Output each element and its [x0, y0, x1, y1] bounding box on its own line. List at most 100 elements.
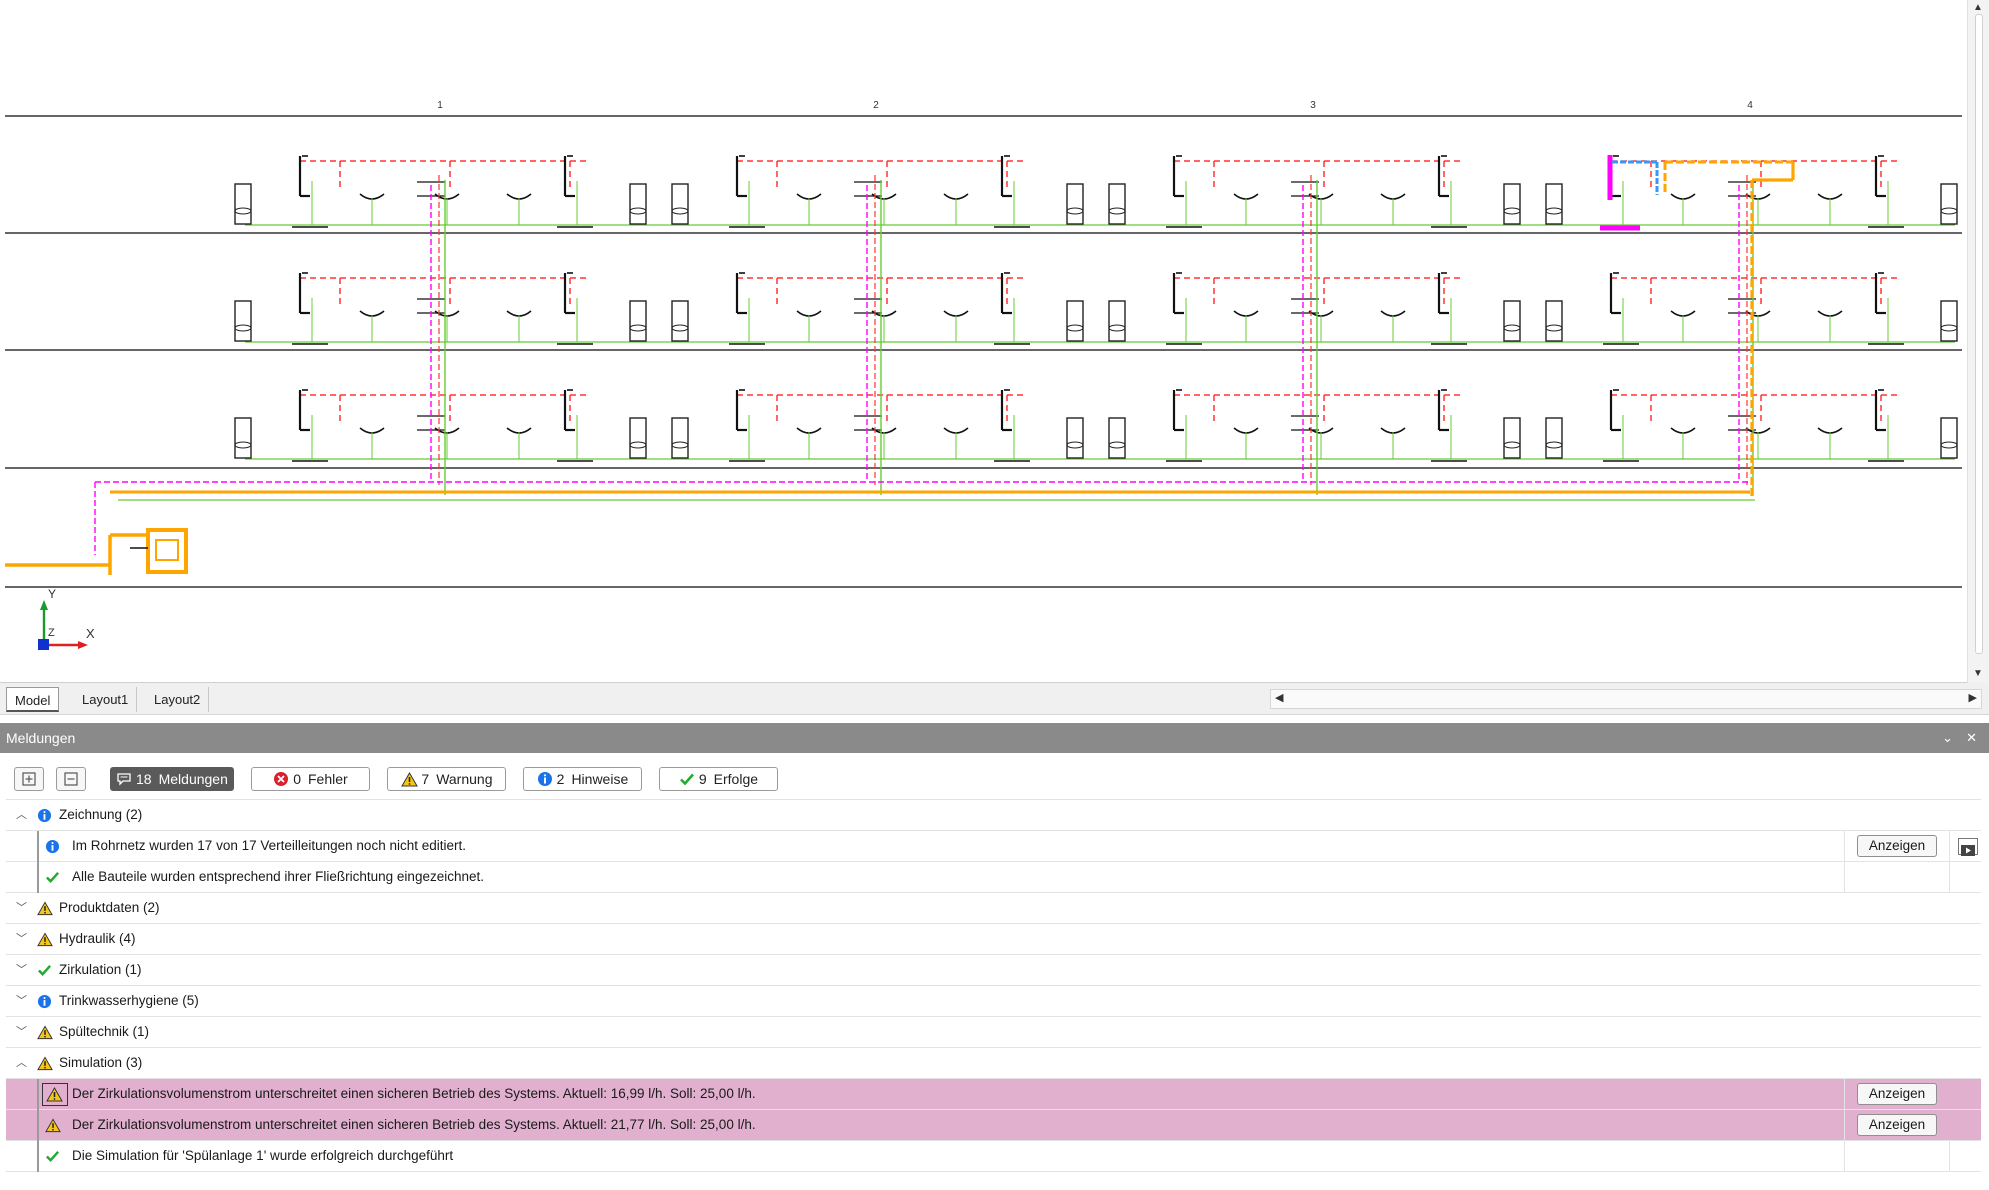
wc-frame	[1108, 417, 1126, 459]
message-row[interactable]: Alle Bauteile wurden entsprechend ihrer …	[6, 862, 1981, 893]
axis-label: 2	[873, 100, 879, 111]
wc-frame	[1940, 300, 1958, 342]
group-label: Simulation (3)	[59, 1055, 143, 1070]
axis-label: 3	[1310, 100, 1316, 111]
message-row[interactable]: Die Simulation für 'Spülanlage 1' wurde …	[6, 1141, 1981, 1172]
wc-bowl	[234, 441, 252, 449]
info-icon	[37, 808, 52, 823]
group-zirkulation[interactable]: ﹀ Zirkulation (1)	[6, 955, 1981, 986]
message-row[interactable]: Im Rohrnetz wurden 17 von 17 Verteilleit…	[6, 831, 1981, 862]
chevron-up-icon[interactable]: ︿	[16, 800, 30, 830]
group-simulation[interactable]: ︿ Simulation (3)	[6, 1048, 1981, 1079]
column-divider	[1949, 1141, 1950, 1172]
panel-title: Meldungen	[6, 730, 76, 746]
show-button[interactable]: Anzeigen	[1857, 1114, 1937, 1136]
collapse-all-icon	[64, 772, 78, 786]
speech-bubble-icon	[117, 773, 131, 786]
tab-model[interactable]: Model	[6, 687, 60, 712]
chevron-down-icon[interactable]: ﹀	[16, 955, 30, 985]
pipe-network-plan[interactable]: 1 2 3 4 Y X Z	[0, 0, 1965, 683]
warning-icon	[37, 932, 53, 947]
wc-frame	[1503, 300, 1521, 342]
ucs-y-label: Y	[48, 587, 56, 601]
scroll-up-icon[interactable]: ▲	[1973, 2, 1983, 13]
scroll-left-icon[interactable]: ◀	[1275, 691, 1283, 704]
wc-frame	[234, 417, 252, 459]
tree-connector	[37, 1141, 39, 1172]
wc-frame	[1108, 183, 1126, 225]
warning-icon	[400, 771, 418, 787]
scroll-right-icon[interactable]: ▶	[1969, 691, 1977, 704]
wc-frame	[1940, 417, 1958, 459]
filter-warnings-button[interactable]: 7 Warnung	[387, 767, 506, 791]
filter-hints-button[interactable]: 2 Hinweise	[523, 767, 642, 791]
tree-connector	[37, 1079, 39, 1110]
vertical-scroll-thumb[interactable]	[1975, 14, 1983, 654]
wc-frame	[1066, 183, 1084, 225]
chevron-down-icon[interactable]: ﹀	[16, 986, 30, 1016]
water-heater-symbol	[146, 528, 188, 574]
filter-successes-button[interactable]: 9 Erfolge	[659, 767, 778, 791]
tree-connector	[37, 831, 39, 862]
group-produktdaten[interactable]: ﹀ Produktdaten (2)	[6, 893, 1981, 924]
group-spueltechnik[interactable]: ﹀ Spültechnik (1)	[6, 1017, 1981, 1048]
wc-bowl	[1108, 441, 1126, 449]
chevron-down-icon[interactable]: ﹀	[16, 1017, 30, 1047]
wc-frame	[671, 417, 689, 459]
expand-all-button[interactable]	[14, 767, 44, 791]
wc-bowl	[1545, 324, 1563, 332]
scroll-down-icon[interactable]: ▼	[1973, 668, 1983, 679]
group-label: Spültechnik (1)	[59, 1024, 150, 1039]
group-hydraulik[interactable]: ﹀ Hydraulik (4)	[6, 924, 1981, 955]
horizontal-scrollbar[interactable]: ◀ ▶	[1270, 689, 1982, 709]
error-icon	[274, 772, 289, 787]
wc-frame	[1503, 417, 1521, 459]
group-zeichnung[interactable]: ︿ Zeichnung (2)	[6, 800, 1981, 831]
check-icon	[46, 871, 60, 883]
group-label: Zeichnung (2)	[59, 807, 143, 822]
wc-frame	[1108, 300, 1126, 342]
group-label: Produktdaten (2)	[59, 900, 160, 915]
wc-frame	[1066, 300, 1084, 342]
check-icon	[680, 773, 694, 786]
filter-messages-button[interactable]: 18 Meldungen	[110, 767, 234, 791]
tab-layout1[interactable]: Layout1	[74, 687, 138, 712]
show-button[interactable]: Anzeigen	[1857, 1083, 1937, 1105]
show-button[interactable]: Anzeigen	[1857, 835, 1937, 857]
warning-icon	[45, 1118, 61, 1133]
collapse-all-button[interactable]	[56, 767, 86, 791]
cad-drawing-area[interactable]: 1 2 3 4 Y X Z ▲ ▼	[0, 0, 1989, 683]
wc-frame	[629, 183, 647, 225]
filter-errors-button[interactable]: 0 Fehler	[251, 767, 370, 791]
column-divider	[1844, 1110, 1845, 1141]
tab-layout2[interactable]: Layout2	[146, 687, 210, 712]
wc-bowl	[1545, 441, 1563, 449]
vertical-scrollbar[interactable]: ▲ ▼	[1967, 0, 1989, 683]
info-icon	[537, 772, 552, 787]
chevron-down-icon[interactable]: ﹀	[16, 893, 30, 923]
warning-icon	[37, 1056, 53, 1071]
layout-tab-bar: Model Layout1 Layout2 ◀ ▶	[0, 683, 1989, 715]
wc-bowl	[234, 324, 252, 332]
close-panel-icon[interactable]: ✕	[1966, 723, 1977, 753]
message-filter-bar: 18 Meldungen 0 Fehler 7 Warnung 2 Hinweise 9…	[0, 753, 1989, 799]
expand-all-icon	[22, 772, 36, 786]
tree-connector	[37, 862, 39, 893]
check-icon	[46, 1150, 60, 1162]
collapse-panel-icon[interactable]: ⌄	[1942, 723, 1953, 753]
chevron-up-icon[interactable]: ︿	[16, 1048, 30, 1078]
wc-frame	[671, 183, 689, 225]
group-trinkwasserhygiene[interactable]: ﹀ Trinkwasserhygiene (5)	[6, 986, 1981, 1017]
water-heater-symbol	[155, 539, 179, 561]
wc-bowl	[1503, 207, 1521, 215]
wc-bowl	[1066, 324, 1084, 332]
tree-connector	[37, 1110, 39, 1141]
wc-bowl	[1066, 207, 1084, 215]
wc-bowl	[1108, 324, 1126, 332]
message-row-selected[interactable]: Der Zirkulationsvolumenstrom unterschrei…	[6, 1079, 1981, 1110]
chevron-down-icon[interactable]: ﹀	[16, 924, 30, 954]
wc-bowl	[1503, 441, 1521, 449]
play-button[interactable]	[1958, 838, 1978, 856]
wc-frame	[1503, 183, 1521, 225]
message-row[interactable]: Der Zirkulationsvolumenstrom unterschrei…	[6, 1110, 1981, 1141]
